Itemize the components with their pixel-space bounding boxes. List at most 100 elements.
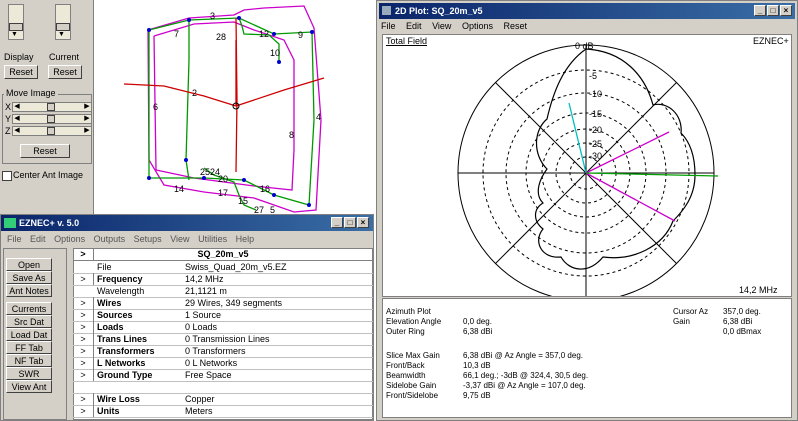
row-value: 29 Wires, 349 segments (185, 298, 283, 308)
front-back-label: Front/Back (386, 361, 425, 370)
menu-edit[interactable]: Edit (30, 234, 46, 244)
ff-tab-button[interactable]: FF Tab (6, 341, 52, 354)
wire-number: 12 (259, 29, 269, 39)
row-key: Ground Type (97, 370, 153, 380)
current-slider[interactable]: ▼ (55, 4, 71, 40)
move-x-slider[interactable]: ◀ ▶ (12, 102, 92, 112)
axis-x-label: X (5, 102, 12, 112)
currents-button[interactable]: Currents (6, 302, 52, 315)
view-control-panel: ▼ ▼ Display Current Reset Reset Move Ima… (0, 0, 94, 215)
row-expand-arrow[interactable]: > (73, 345, 94, 357)
row-value: Copper (185, 394, 215, 404)
row-expand-arrow[interactable]: > (73, 393, 94, 405)
axis-z-label: Z (5, 126, 11, 136)
row-value: Free Space (185, 370, 232, 380)
row-key: Units (97, 406, 120, 416)
wire-number: 8 (289, 130, 294, 140)
move-image-label: Move Image (4, 88, 58, 98)
swr-button[interactable]: SWR (6, 367, 52, 380)
menu-view[interactable]: View (170, 234, 189, 244)
row-expand-arrow[interactable]: > (73, 297, 94, 309)
current-reset-button[interactable]: Reset (48, 65, 82, 79)
grid-header-title: SQ_20m_v5 (197, 249, 249, 259)
outer-ring-label: Outer Ring (386, 327, 425, 336)
display-slider[interactable]: ▼ (8, 4, 24, 40)
plot-maximize-button[interactable]: □ (767, 5, 779, 16)
view-ant-button[interactable]: View Ant (6, 380, 52, 393)
row-key: Wires (97, 298, 122, 308)
eznec-main-window: EZNEC+ v. 5.0 _ □ × File Edit Options Ou… (0, 214, 374, 421)
row-value: Meters (185, 406, 213, 416)
menu-utilities[interactable]: Utilities (198, 234, 227, 244)
axis-line-y (123, 83, 237, 107)
axis-line-x (235, 77, 325, 107)
outer-ring-value: 6,38 dBi (463, 327, 493, 336)
grid-row[interactable]: > Units Meters (73, 405, 373, 418)
save-as-button[interactable]: Save As (6, 271, 52, 284)
row-expand-arrow[interactable]: > (73, 333, 94, 345)
menu-options[interactable]: Options (54, 234, 85, 244)
row-value: 21,1121 m (185, 286, 227, 296)
plot-app-icon (382, 6, 391, 15)
wire-number: 5 (270, 205, 275, 214)
app-icon (4, 218, 16, 228)
wire-number: 17 (218, 188, 228, 198)
row-expand-arrow[interactable]: > (73, 273, 94, 285)
sidelobe-gain-label: Sidelobe Gain (386, 381, 437, 390)
row-key: Frequency (97, 274, 143, 284)
row-expand-arrow[interactable]: > (73, 405, 94, 417)
ring-label: -15 (589, 109, 602, 119)
nf-tab-button[interactable]: NF Tab (6, 354, 52, 367)
header-arrow: > (73, 248, 94, 260)
eznec-menu-bar: File Edit Options Outputs Setups View Ut… (1, 232, 373, 246)
row-expand-arrow[interactable]: > (73, 369, 94, 381)
plot-menu-file[interactable]: File (381, 21, 396, 31)
cursor-az-label: Cursor Az (673, 307, 709, 316)
row-expand-arrow[interactable]: > (73, 357, 94, 369)
elevation-label: Elevation Angle (386, 317, 442, 326)
plot-menu-view[interactable]: View (432, 21, 451, 31)
close-button[interactable]: × (357, 217, 369, 228)
eznec-title-bar[interactable]: EZNEC+ v. 5.0 _ □ × (1, 215, 373, 231)
move-z-slider[interactable]: ◀ ▶ (12, 126, 92, 136)
move-reset-button[interactable]: Reset (20, 144, 70, 158)
plot-title: 2D Plot: SQ_20m_v5 (395, 6, 483, 16)
menu-outputs[interactable]: Outputs (94, 234, 126, 244)
plot-type: Azimuth Plot (386, 307, 431, 316)
plot-menu-options[interactable]: Options (462, 21, 493, 31)
display-reset-button[interactable]: Reset (4, 65, 38, 79)
wire-number: 9 (298, 30, 303, 40)
menu-setups[interactable]: Setups (134, 234, 162, 244)
open-button[interactable]: Open (6, 258, 52, 271)
sidelobe-gain-value: -3,37 dBi @ Az Angle = 107,0 deg. (463, 381, 586, 390)
ant-notes-button[interactable]: Ant Notes (6, 284, 52, 297)
menu-help[interactable]: Help (236, 234, 255, 244)
antenna-view[interactable]: 3 28 12 9 7 10 2 6 8 4 14 25 24 20 17 16… (94, 0, 376, 215)
plot-menu-reset[interactable]: Reset (503, 21, 527, 31)
load-dat-button[interactable]: Load Dat (6, 328, 52, 341)
wire-number: 20 (218, 174, 228, 184)
maximize-button[interactable]: □ (344, 217, 356, 228)
row-expand-arrow[interactable]: > (73, 309, 94, 321)
plot-minimize-button[interactable]: _ (754, 5, 766, 16)
wire-number: 10 (270, 48, 280, 58)
wire-number: 15 (238, 196, 248, 206)
move-y-slider[interactable]: ◀ ▶ (12, 114, 92, 124)
ring-label: -25 (589, 139, 602, 149)
minimize-button[interactable]: _ (331, 217, 343, 228)
menu-file[interactable]: File (7, 234, 22, 244)
row-expand-arrow[interactable]: > (73, 321, 94, 333)
plot-menu-bar: File Edit View Options Reset (381, 19, 535, 33)
polar-plot-area[interactable]: Total Field EZNEC+ 14,2 MHz 0 dB -5 -10 … (382, 34, 792, 297)
wire-number: 16 (260, 184, 270, 194)
plot-menu-edit[interactable]: Edit (406, 21, 422, 31)
row-key: L Networks (97, 358, 146, 368)
center-ant-checkbox[interactable] (2, 171, 12, 181)
cursor-line (568, 102, 587, 174)
row-key: Loads (97, 322, 124, 332)
plot-close-button[interactable]: × (780, 5, 792, 16)
front-sidelobe-label: Front/Sidelobe (386, 391, 439, 400)
src-dat-button[interactable]: Src Dat (6, 315, 52, 328)
gain-value: 6,38 dBi (723, 317, 753, 326)
plot-title-bar[interactable]: 2D Plot: SQ_20m_v5 _ □ × (379, 3, 795, 19)
